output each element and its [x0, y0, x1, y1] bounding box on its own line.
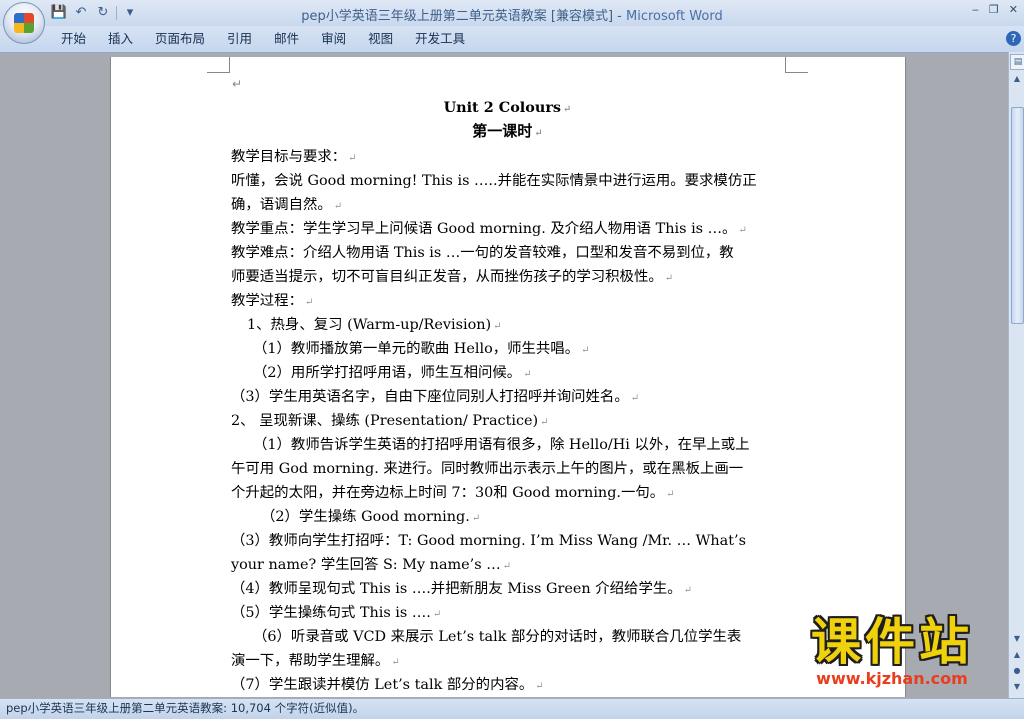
lesson-title: Unit 2 Colours ↵ — [443, 99, 572, 116]
scroll-down-icon[interactable]: ▼ — [1010, 632, 1024, 646]
text-line: 个升起的太阳，并在旁边标上时间 7：30和 Good morning.一句。 ↵ — [231, 485, 675, 501]
tab-page-layout[interactable]: 页面布局 — [144, 30, 216, 48]
window-title: pep小学英语三年级上册第二单元英语教案 [兼容模式] - Microsoft … — [0, 5, 1024, 24]
document-body[interactable]: Unit 2 Colours ↵ 第一课时 ↵ 教学目标与要求： ↵ 听懂，会说 Go… — [231, 97, 784, 697]
lesson-subtitle: 第一课时 ↵ — [472, 122, 543, 140]
text-line: your name? 学生回答 S: My name’s … ↵ — [231, 557, 511, 573]
ribbon-tab-bar: 开始 插入 页面布局 引用 邮件 审阅 视图 开发工具 ? — [0, 26, 1024, 53]
watermark-logo: 课件站 www.kjzhan.com — [772, 612, 1012, 690]
tab-mailings[interactable]: 邮件 — [263, 30, 310, 48]
document-title: pep小学英语三年级上册第二单元英语教案 [兼容模式] - — [301, 9, 626, 24]
watermark-url: www.kjzhan.com — [816, 669, 968, 688]
view-ruler-icon[interactable]: ▤ — [1010, 54, 1024, 70]
close-icon[interactable]: ✕ — [1009, 3, 1018, 16]
text-line: 教学重点：学生学习早上问候语 Good morning. 及介绍人物用语 Thi… — [231, 221, 747, 237]
next-page-icon[interactable]: ▼ — [1010, 680, 1024, 694]
scrollbar-thumb[interactable] — [1011, 107, 1024, 324]
help-icon[interactable]: ? — [1006, 31, 1021, 46]
office-logo-icon — [14, 13, 34, 33]
text-line: （2）学生操练 Good morning. ↵ — [261, 509, 481, 525]
text-line: （2）用所学打招呼用语，师生互相问候。 ↵ — [253, 365, 532, 381]
tab-home[interactable]: 开始 — [50, 30, 97, 48]
paragraph-mark-icon: ↵ — [232, 77, 243, 91]
text-line: （1）教师告诉学生英语的打招呼用语有很多，除 Hello/Hi 以外，在早上或上 — [253, 437, 750, 453]
vertical-scrollbar[interactable]: ▤ ▲ ▼ ▲ ● ▼ — [1008, 52, 1024, 698]
text-line: （3）学生用英语名字，自由下座位同别人打招呼并询问姓名。 ↵ — [231, 389, 640, 405]
crop-mark-top-right — [785, 57, 808, 73]
text-line: 教学过程： ↵ — [231, 293, 314, 309]
tab-review[interactable]: 审阅 — [310, 30, 357, 48]
text-line: （3）教师向学生打招呼：T: Good morning. I’m Miss Wa… — [231, 533, 746, 549]
text-line: 2、 呈现新课、操练 (Presentation/ Practice) ↵ — [231, 413, 549, 429]
word-count-status[interactable]: pep小学英语三年级上册第二单元英语教案: 10,704 个字符(近似值)。 — [0, 701, 364, 715]
restore-icon[interactable]: ❐ — [989, 3, 999, 16]
window-controls: ‒ ❐ ✕ — [972, 3, 1018, 16]
tab-insert[interactable]: 插入 — [97, 30, 144, 48]
previous-page-icon[interactable]: ▲ — [1010, 648, 1024, 662]
text-line: （7）学生跟读并模仿 Let’s talk 部分的内容。 ↵ — [231, 677, 544, 693]
minimize-icon[interactable]: ‒ — [972, 3, 979, 16]
tab-view[interactable]: 视图 — [357, 30, 404, 48]
watermark-text: 课件站 — [811, 613, 973, 671]
text-line: 听懂，会说 Good morning! This is …..并能在实际情景中进… — [231, 173, 757, 189]
text-line: （4）教师呈现句式 This is ….并把新朋友 Miss Green 介绍给… — [231, 581, 693, 597]
scroll-up-icon[interactable]: ▲ — [1010, 72, 1024, 86]
tab-references[interactable]: 引用 — [216, 30, 263, 48]
text-line: 1、热身、复习 (Warm-up/Revision) ↵ — [247, 317, 502, 333]
text-line: 师要适当提示，切不可盲目纠正发音，从而挫伤孩子的学习积极性。 ↵ — [231, 269, 674, 285]
text-line: 午可用 God morning. 来进行。同时教师出示表示上午的图片，或在黑板上… — [231, 461, 744, 477]
document-page[interactable]: ↵ Unit 2 Colours ↵ 第一课时 ↵ 教学目标与要求： ↵ 听懂，会说 … — [110, 57, 906, 697]
app-name: Microsoft Word — [626, 9, 723, 24]
office-button[interactable] — [3, 2, 45, 44]
title-bar: 💾 ↶ ↻ ▾ pep小学英语三年级上册第二单元英语教案 [兼容模式] - Mi… — [0, 0, 1024, 44]
text-line: 确，语调自然。 ↵ — [231, 197, 343, 213]
crop-mark-top-left — [207, 57, 230, 73]
text-line: （5）学生操练句式 This is …. ↵ — [231, 605, 442, 621]
text-line: 教学难点：介绍人物用语 This is …一句的发音较难，口型和发音不易到位，教 — [231, 245, 734, 261]
text-line: 教学目标与要求： ↵ — [231, 149, 357, 165]
text-line: （1）教师播放第一单元的歌曲 Hello，师生共唱。 ↵ — [253, 341, 590, 357]
ribbon-tabs: 开始 插入 页面布局 引用 邮件 审阅 视图 开发工具 — [50, 30, 476, 48]
select-browse-object-icon[interactable]: ● — [1010, 664, 1024, 678]
status-bar: pep小学英语三年级上册第二单元英语教案: 10,704 个字符(近似值)。 — [0, 698, 1024, 719]
text-line: （6）听录音或 VCD 来展示 Let’s talk 部分的对话时，教师联合几位… — [253, 629, 742, 645]
text-line: 演一下，帮助学生理解。 ↵ — [231, 653, 400, 669]
tab-developer[interactable]: 开发工具 — [404, 30, 476, 48]
